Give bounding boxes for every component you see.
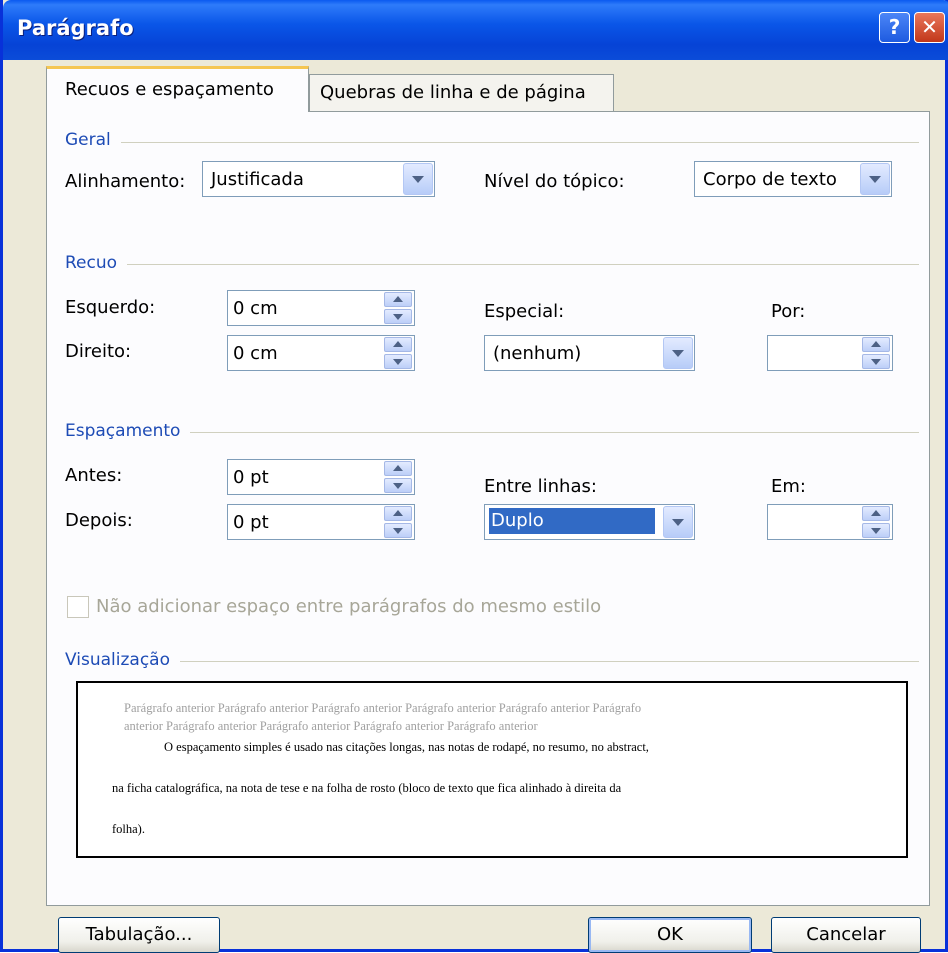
antes-label: Antes: bbox=[65, 465, 123, 486]
em-label: Em: bbox=[771, 476, 806, 497]
antes-value: 0 pt bbox=[233, 467, 269, 488]
alinhamento-value: Justificada bbox=[211, 169, 304, 190]
especial-select[interactable]: (nenhum) bbox=[484, 335, 695, 371]
nivel-topico-select[interactable]: Corpo de texto bbox=[694, 161, 892, 197]
section-divider bbox=[75, 432, 919, 433]
ok-button[interactable]: OK bbox=[588, 917, 752, 953]
chevron-down-icon[interactable] bbox=[663, 337, 693, 369]
preview-sample-line-1: O espaçamento simples é usado nas citaçõ… bbox=[164, 740, 649, 754]
spin-up-icon[interactable] bbox=[384, 292, 412, 307]
spin-up-icon[interactable] bbox=[384, 337, 412, 352]
depois-spinner[interactable]: 0 pt bbox=[227, 504, 415, 540]
tabulacao-button[interactable]: Tabulação... bbox=[58, 917, 220, 953]
por-label: Por: bbox=[771, 301, 806, 322]
section-heading-visualizacao: Visualização bbox=[65, 650, 180, 670]
tab-label: Quebras de linha e de página bbox=[320, 82, 586, 103]
help-button[interactable]: ? bbox=[879, 12, 910, 43]
spin-up-icon[interactable] bbox=[862, 506, 890, 521]
section-heading-espacamento: Espaçamento bbox=[65, 421, 191, 441]
spin-down-icon[interactable] bbox=[384, 523, 412, 538]
preview-box: Parágrafo anterior Parágrafo anterior Pa… bbox=[76, 681, 908, 858]
section-divider bbox=[75, 264, 919, 265]
nao-adicionar-espaco-label: Não adicionar espaço entre parágrafos do… bbox=[96, 596, 602, 617]
entre-linhas-value: Duplo bbox=[489, 508, 655, 534]
section-heading-recuo: Recuo bbox=[65, 253, 128, 273]
title-bar[interactable]: Parágrafo ? ✕ bbox=[3, 0, 948, 60]
alinhamento-select[interactable]: Justificada bbox=[202, 161, 435, 197]
preview-sample-line-2: na ficha catalográfica, na nota de tese … bbox=[112, 781, 622, 795]
chevron-down-icon[interactable] bbox=[860, 163, 890, 195]
entre-linhas-select[interactable]: Duplo bbox=[484, 504, 695, 540]
preview-prev-line-1: Parágrafo anterior Parágrafo anterior Pa… bbox=[124, 701, 642, 715]
section-divider bbox=[75, 142, 919, 143]
spin-down-icon[interactable] bbox=[862, 354, 890, 369]
close-button[interactable]: ✕ bbox=[914, 12, 945, 43]
tab-quebras-linha-pagina[interactable]: Quebras de linha e de página bbox=[309, 74, 614, 112]
depois-label: Depois: bbox=[65, 510, 133, 531]
alinhamento-label: Alinhamento: bbox=[65, 171, 186, 192]
entre-linhas-label: Entre linhas: bbox=[484, 476, 597, 497]
direito-spinner[interactable]: 0 cm bbox=[227, 335, 415, 371]
spin-down-icon[interactable] bbox=[384, 478, 412, 493]
section-divider bbox=[75, 661, 919, 662]
preview-sample-line-3: folha). bbox=[112, 822, 145, 836]
window-title: Parágrafo bbox=[17, 16, 134, 40]
section-heading-geral: Geral bbox=[65, 130, 121, 150]
direito-value: 0 cm bbox=[233, 343, 278, 364]
tab-label: Recuos e espaçamento bbox=[65, 79, 274, 100]
direito-label: Direito: bbox=[65, 341, 132, 362]
especial-value: (nenhum) bbox=[493, 343, 582, 364]
spin-down-icon[interactable] bbox=[862, 523, 890, 538]
cancelar-button[interactable]: Cancelar bbox=[771, 917, 921, 953]
paragraph-dialog: Parágrafo ? ✕ Recuos e espaçamento Quebr… bbox=[0, 0, 948, 953]
especial-label: Especial: bbox=[484, 301, 565, 322]
esquerdo-label: Esquerdo: bbox=[65, 297, 156, 318]
spin-up-icon[interactable] bbox=[862, 337, 890, 352]
preview-prev-line-2: anterior Parágrafo anterior Parágrafo an… bbox=[124, 719, 538, 733]
spin-down-icon[interactable] bbox=[384, 354, 412, 369]
chevron-down-icon[interactable] bbox=[663, 506, 693, 538]
spin-up-icon[interactable] bbox=[384, 461, 412, 476]
nivel-topico-value: Corpo de texto bbox=[703, 169, 837, 190]
chevron-down-icon[interactable] bbox=[403, 163, 433, 195]
nao-adicionar-espaco-checkbox[interactable] bbox=[67, 596, 89, 618]
tab-recuos-espacamento[interactable]: Recuos e espaçamento bbox=[46, 66, 309, 112]
nivel-topico-label: Nível do tópico: bbox=[484, 171, 625, 192]
por-spinner[interactable] bbox=[767, 335, 893, 371]
antes-spinner[interactable]: 0 pt bbox=[227, 459, 415, 495]
esquerdo-value: 0 cm bbox=[233, 298, 278, 319]
em-spinner[interactable] bbox=[767, 504, 893, 540]
spin-down-icon[interactable] bbox=[384, 309, 412, 324]
depois-value: 0 pt bbox=[233, 512, 269, 533]
esquerdo-spinner[interactable]: 0 cm bbox=[227, 290, 415, 326]
spin-up-icon[interactable] bbox=[384, 506, 412, 521]
